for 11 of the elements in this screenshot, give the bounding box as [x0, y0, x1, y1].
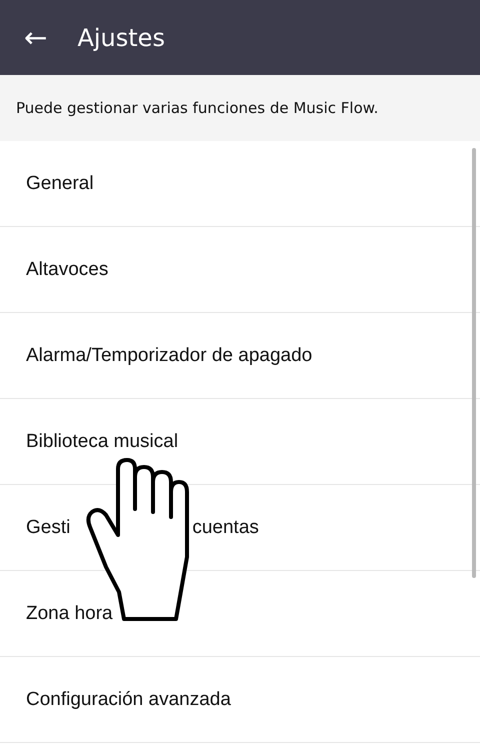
settings-item-label[interactable]: Zona hora: [26, 602, 113, 624]
settings-item-label[interactable]: Gesti: [26, 516, 70, 538]
back-button[interactable]: ←: [24, 24, 48, 52]
description-text: Puede gestionar varias funciones de Music Flow.: [16, 99, 378, 117]
settings-item-label[interactable]: General: [26, 172, 94, 194]
settings-item-label[interactable]: Configuración avanzada: [26, 688, 231, 710]
settings-item-label[interactable]: Altavoces: [26, 258, 108, 280]
screen-title: Ajustes: [77, 24, 165, 52]
settings-item-label[interactable]: Biblioteca musical: [26, 430, 178, 452]
settings-item-label[interactable]: Alarma/Temporizador de apagado: [26, 344, 312, 366]
settings-item-label[interactable]: cuentas: [192, 516, 259, 538]
